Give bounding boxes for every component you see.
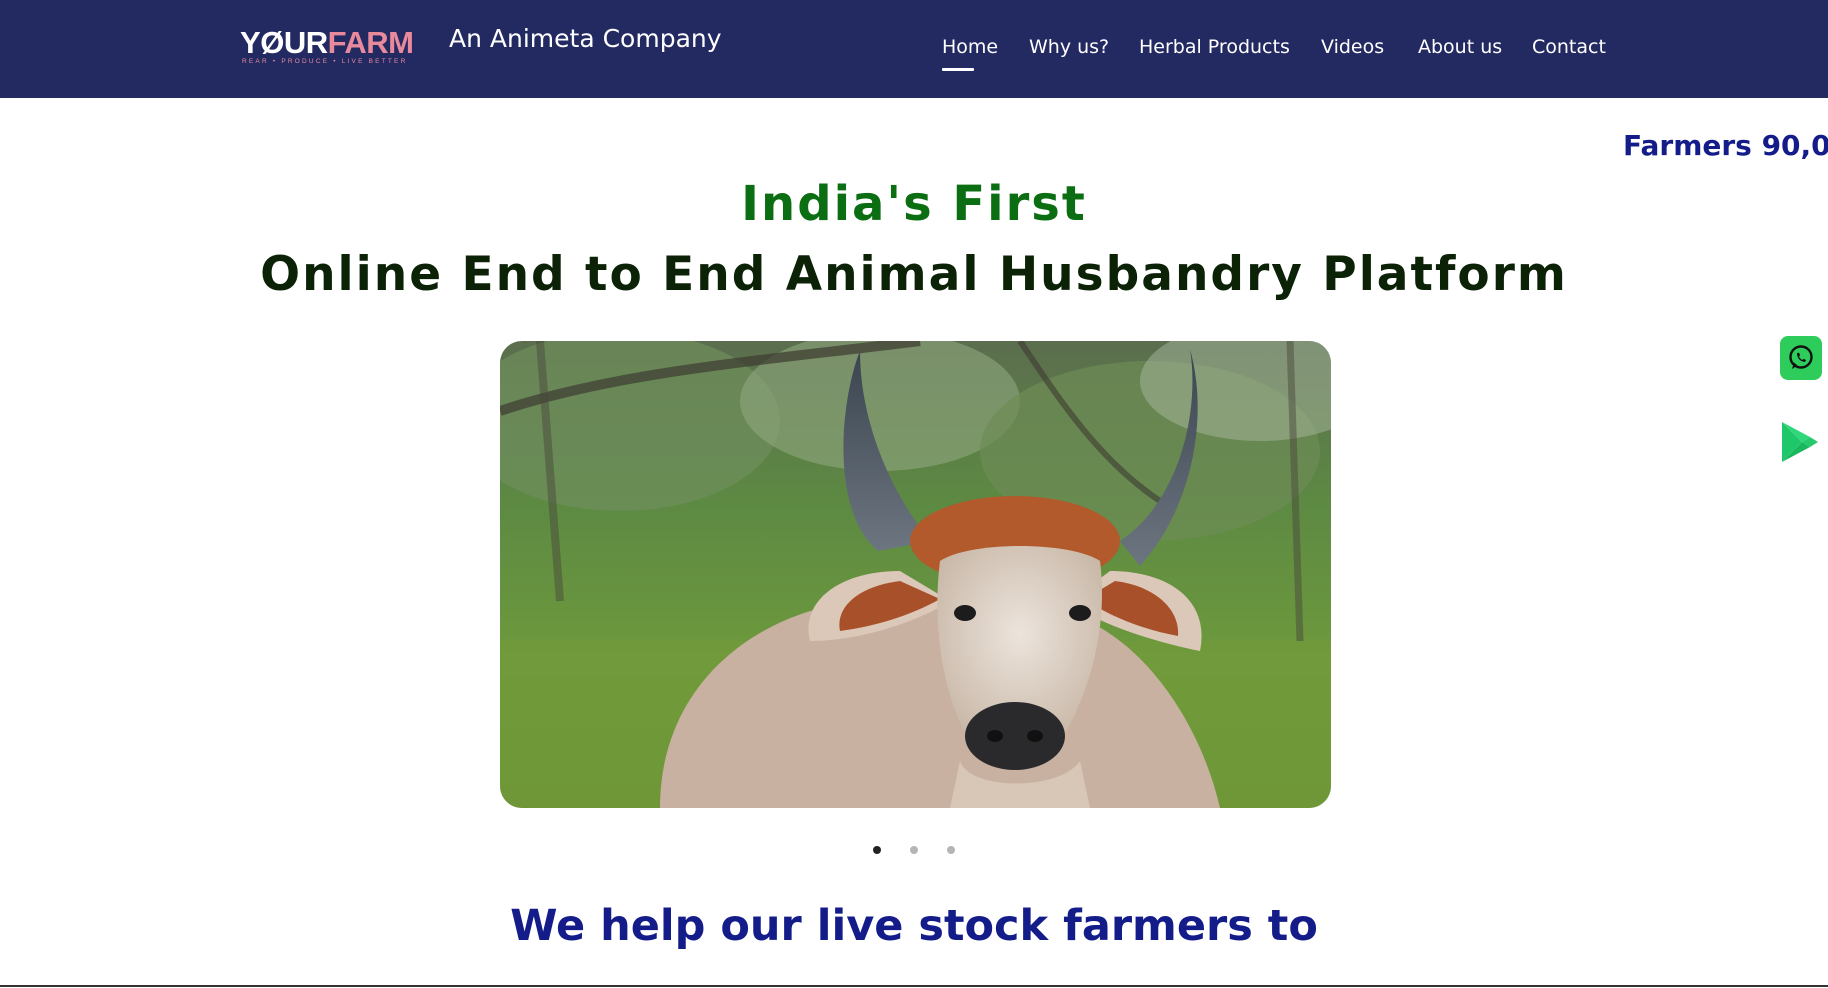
nav-herbal-products[interactable]: Herbal Products <box>1139 34 1290 60</box>
nav-videos[interactable]: Videos <box>1321 34 1384 60</box>
carousel-slide-cow-image <box>500 341 1331 808</box>
logo-globe-glyph: Ø <box>260 25 284 60</box>
whatsapp-button[interactable] <box>1780 336 1822 380</box>
company-name: An Animeta Company <box>449 24 722 53</box>
logo-wordmark: YØURFARM <box>240 24 414 62</box>
google-play-button[interactable] <box>1780 420 1820 464</box>
hero-title-line2: Online End to End Animal Husbandry Platf… <box>260 247 1568 302</box>
farmers-count-ticker: Farmers 90,00 <box>1623 129 1828 162</box>
carousel-dots <box>873 846 955 856</box>
logo-your-text: Y <box>240 25 261 60</box>
hero-carousel[interactable] <box>500 341 1331 808</box>
nav-home[interactable]: Home <box>942 34 998 60</box>
carousel-dot-2[interactable] <box>910 846 918 854</box>
nav-about-us[interactable]: About us <box>1418 34 1502 60</box>
nav-contact[interactable]: Contact <box>1532 34 1606 60</box>
carousel-dot-3[interactable] <box>947 846 955 854</box>
carousel-dot-1[interactable] <box>873 846 881 854</box>
section-divider <box>0 985 1828 987</box>
whatsapp-icon <box>1789 345 1813 369</box>
section-heading: We help our live stock farmers to <box>510 901 1318 951</box>
google-play-icon <box>1782 422 1818 462</box>
yourfarm-logo[interactable]: YØURFARM REAR • PRODUCE • LIVE BETTER <box>240 24 426 68</box>
hero-title-line1: India's First <box>741 176 1087 232</box>
logo-farm-text: FARM <box>327 25 414 60</box>
top-header: YØURFARM REAR • PRODUCE • LIVE BETTER An… <box>0 0 1828 98</box>
nav-why-us[interactable]: Why us? <box>1029 34 1109 60</box>
logo-tagline: REAR • PRODUCE • LIVE BETTER <box>242 58 408 65</box>
nav-active-indicator <box>942 68 974 71</box>
logo-ur-text: UR <box>283 25 328 60</box>
